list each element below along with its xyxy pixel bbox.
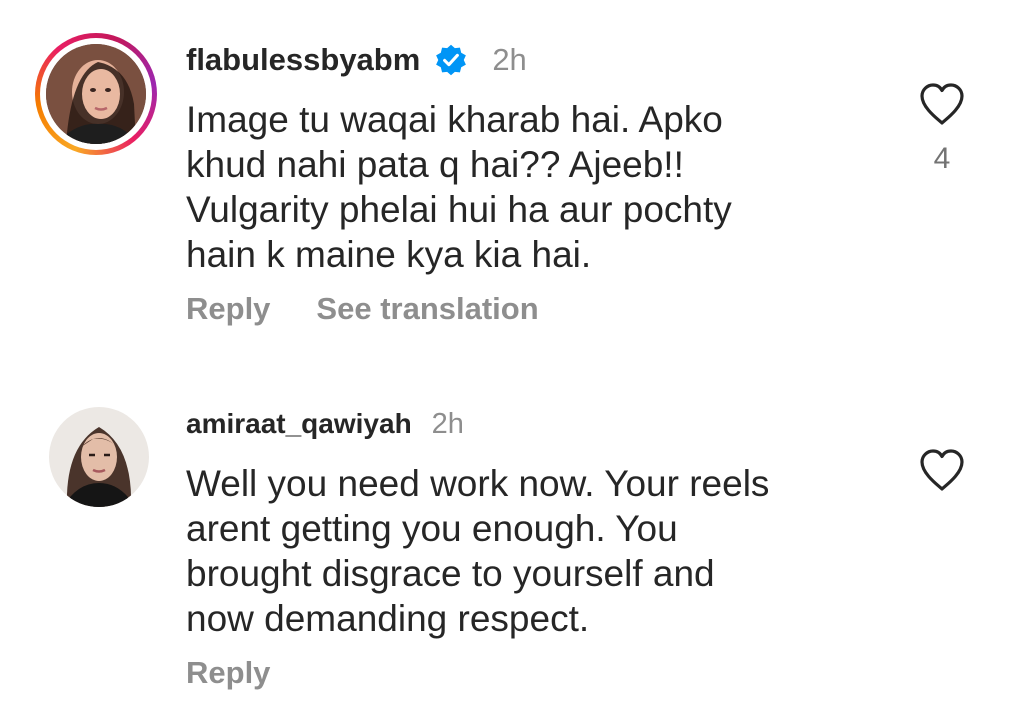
comment-text: Image tu waqai kharab hai. Apko khud nah… (186, 99, 732, 275)
avatar-image (46, 44, 146, 144)
comment-item: amiraat_qawiyah 2h Well you need work no… (0, 360, 1024, 728)
comment-actions: Reply See translation (186, 291, 539, 327)
avatar[interactable] (49, 407, 149, 507)
comment-actions: Reply (186, 655, 270, 691)
like-count: 4 (933, 142, 951, 175)
avatar[interactable] (46, 44, 146, 144)
comments-thread: flabulessbyabm 2h Image tu waqai kharab … (0, 0, 1024, 728)
heart-outline-icon (920, 449, 964, 491)
comment-header: amiraat_qawiyah 2h (186, 404, 464, 444)
see-translation-button[interactable]: See translation (316, 291, 538, 327)
like-button[interactable] (917, 82, 967, 131)
reply-button[interactable]: Reply (186, 655, 270, 691)
reply-button[interactable]: Reply (186, 291, 270, 327)
comment-text: Well you need work now. Your reels arent… (186, 463, 770, 639)
verified-badge-icon (434, 43, 468, 77)
comment-header: flabulessbyabm 2h (186, 38, 527, 82)
avatar-image (49, 407, 149, 507)
comment-item: flabulessbyabm 2h Image tu waqai kharab … (0, 0, 1024, 360)
timestamp: 2h (431, 407, 464, 440)
username[interactable]: flabulessbyabm (186, 42, 420, 78)
username[interactable]: amiraat_qawiyah (186, 408, 412, 440)
like-button[interactable] (917, 448, 967, 497)
timestamp: 2h (492, 42, 527, 77)
heart-outline-icon (920, 83, 964, 125)
